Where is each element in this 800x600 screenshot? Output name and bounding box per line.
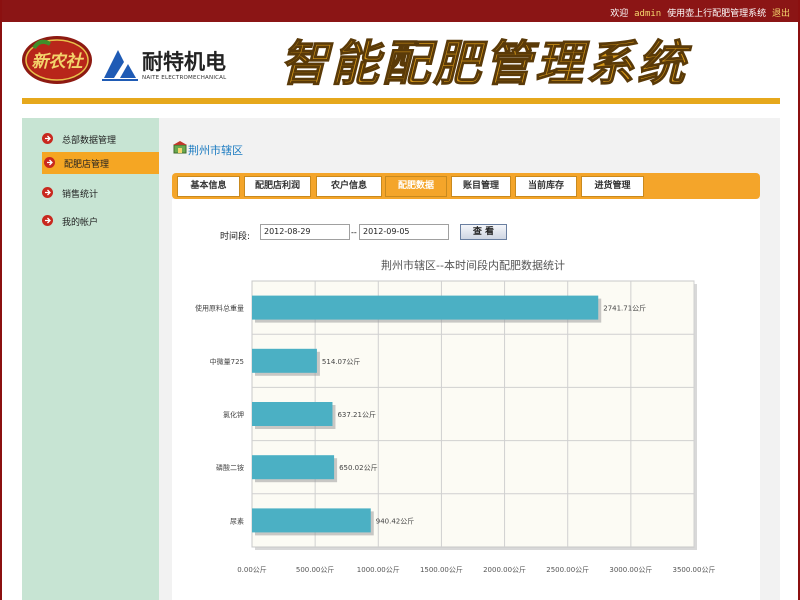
category-label: 中微量725 (210, 357, 244, 366)
arrow-right-icon (44, 157, 55, 168)
time-range-label: 时间段: (220, 232, 251, 242)
x-tick-label: 500.00公斤 (296, 565, 335, 574)
sidebar-item-hq-data[interactable]: 总部数据管理 (40, 128, 150, 150)
data-label: 940.42公斤 (376, 516, 415, 525)
x-tick-label: 3500.00公斤 (673, 565, 716, 574)
brand-subtitle: NAITE ELECTROMECHANICAL (142, 75, 227, 81)
tab-fertilizer-data[interactable]: 配肥数据 (385, 176, 447, 197)
chart-title: 荆州市辖区--本时间段内配肥数据统计 (381, 258, 565, 272)
system-title: 智能配肥管理系统 (279, 35, 689, 92)
x-tick-label: 1000.00公斤 (357, 565, 400, 574)
x-tick-label: 3000.00公斤 (609, 565, 652, 574)
welcome-label: 欢迎 (610, 9, 629, 19)
username: admin (634, 9, 662, 19)
bar (252, 402, 333, 426)
welcome-message: 欢迎 admin 使用壶上行配肥管理系统 退出 (610, 6, 790, 19)
naite-logo-icon (102, 50, 138, 81)
category-label: 使用原料总重量 (195, 304, 244, 313)
date-separator: -- (351, 228, 357, 237)
top-bar: 欢迎 admin 使用壶上行配肥管理系统 退出 (2, 0, 798, 22)
fertilizer-bar-chart: 荆州市辖区--本时间段内配肥数据统计 0.00公斤 500.00公斤 1000.00公… (195, 258, 716, 574)
breadcrumb: 荆州市辖区 (188, 144, 243, 157)
category-label: 氯化钾 (223, 410, 244, 419)
tab-purchasing[interactable]: 进货管理 (581, 176, 644, 197)
brand-name: 耐特机电 (142, 50, 226, 74)
arrow-right-icon (42, 187, 53, 198)
sidebar-item-store-management[interactable]: 配肥店管理 (42, 152, 164, 174)
data-label: 2741.71公斤 (603, 304, 646, 313)
x-tick-label: 2500.00公斤 (546, 565, 589, 574)
tab-store-profit[interactable]: 配肥店利润 (244, 176, 311, 197)
end-date-input[interactable]: 2012-09-05 (359, 224, 449, 240)
x-tick-label: 1500.00公斤 (420, 565, 463, 574)
header-divider (22, 98, 780, 104)
app-window: 欢迎 admin 使用壶上行配肥管理系统 退出 新农社 耐特机电 NAITE E… (0, 0, 800, 600)
view-button[interactable]: 查 看 (460, 224, 507, 240)
data-label: 650.02公斤 (339, 463, 378, 472)
x-tick-label: 2000.00公斤 (483, 565, 526, 574)
bar (252, 295, 599, 320)
arrow-right-icon (42, 133, 53, 144)
sidebar-item-label: 配肥店管理 (64, 160, 110, 170)
category-label: 磷酸二铵 (216, 463, 244, 472)
start-date-input[interactable]: 2012-08-29 (260, 224, 350, 240)
naite-logo: 耐特机电 NAITE ELECTROMECHANICAL (100, 44, 250, 86)
sidebar: 总部数据管理 配肥店管理 销售统计 我的帐户 (22, 118, 164, 600)
store-icon (173, 139, 187, 154)
data-label: 514.07公斤 (322, 357, 361, 366)
arrow-right-icon (42, 215, 53, 226)
tab-basic-info[interactable]: 基本信息 (177, 176, 240, 197)
tab-farmer-info[interactable]: 农户信息 (316, 176, 382, 197)
sidebar-item-label: 销售统计 (62, 190, 99, 200)
sidebar-item-label: 我的帐户 (62, 218, 99, 228)
logout-link[interactable]: 退出 (772, 9, 790, 19)
bar (252, 348, 317, 373)
sidebar-item-my-account[interactable]: 我的帐户 (40, 210, 150, 232)
data-label: 637.21公斤 (337, 410, 376, 419)
bar (252, 508, 371, 533)
xinnongshe-logo: 新农社 (20, 32, 94, 86)
bar (252, 455, 335, 480)
x-tick-label: 0.00公斤 (237, 565, 267, 574)
header: 新农社 耐特机电 NAITE ELECTROMECHANICAL 智能配肥管理系… (2, 22, 798, 98)
welcome-text: 使用壶上行配肥管理系统 (667, 9, 767, 19)
sidebar-item-label: 总部数据管理 (62, 136, 117, 146)
category-label: 尿素 (230, 516, 244, 525)
svg-text:新农社: 新农社 (32, 52, 85, 72)
tab-accounts[interactable]: 账目管理 (451, 176, 511, 197)
sidebar-item-sales-stats[interactable]: 销售统计 (40, 182, 150, 204)
tab-inventory[interactable]: 当前库存 (515, 176, 577, 197)
